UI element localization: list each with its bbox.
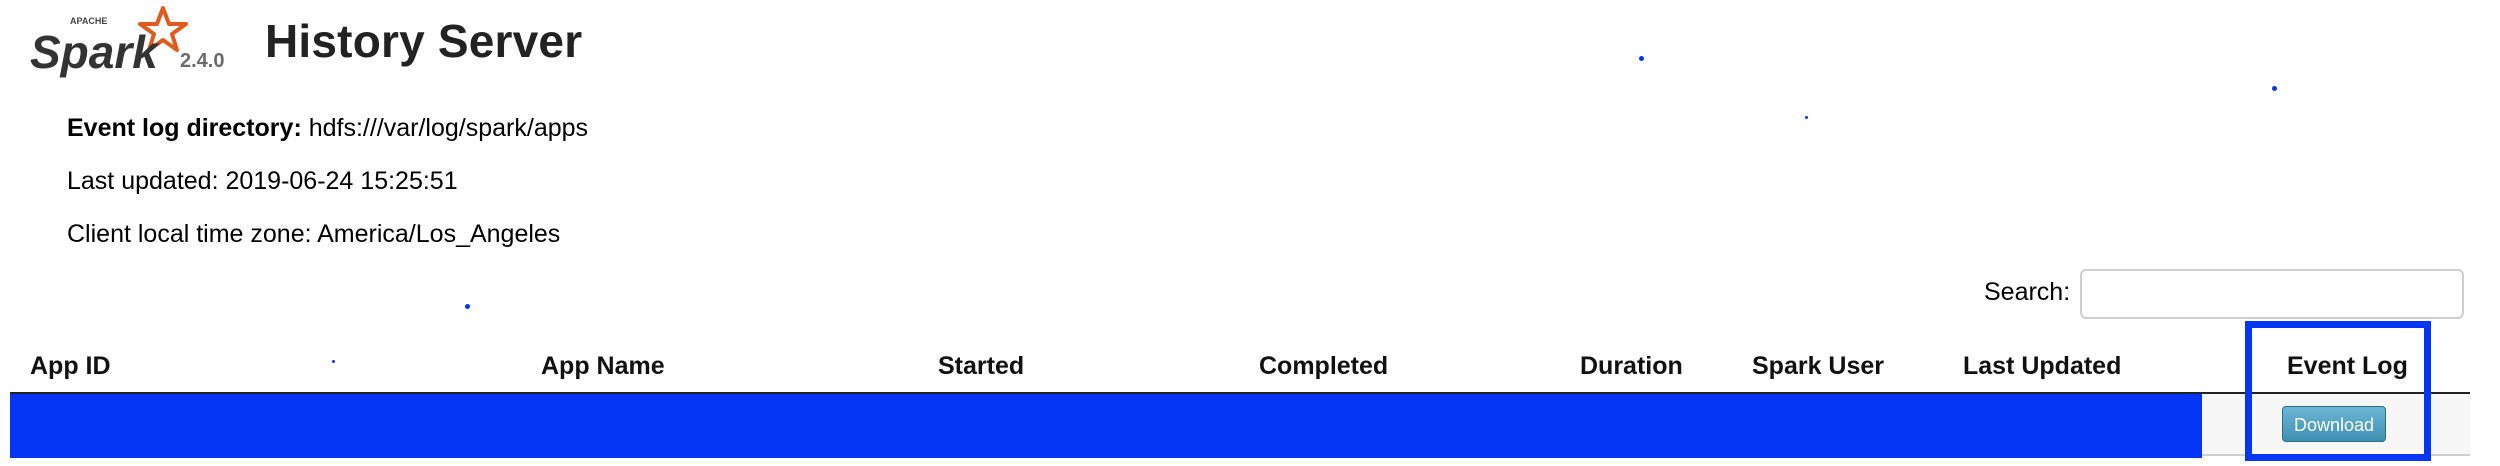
annotation-dot bbox=[2272, 86, 2277, 91]
event-log-directory-value: hdfs:///var/log/spark/apps bbox=[308, 114, 589, 142]
redacted-row-content bbox=[10, 394, 2202, 458]
column-header-completed[interactable]: Completed bbox=[1259, 352, 1388, 381]
table-header: App ID App Name Started Completed Durati… bbox=[10, 344, 2470, 394]
annotation-dot bbox=[332, 360, 335, 363]
event-log-directory: Event log directory: hdfs:///var/log/spa… bbox=[67, 114, 588, 143]
search-input[interactable] bbox=[2080, 269, 2464, 319]
client-timezone-text: Client local time zone: America/Los_Ange… bbox=[67, 220, 561, 248]
logo-text: Spark bbox=[30, 26, 160, 78]
table-row: Download bbox=[10, 394, 2470, 458]
last-updated-text: Last updated: 2019-06-24 15:25:51 bbox=[67, 167, 458, 195]
column-header-app-id[interactable]: App ID bbox=[30, 352, 111, 381]
column-header-last-updated[interactable]: Last Updated bbox=[1963, 352, 2121, 381]
event-log-directory-label: Event log directory: bbox=[67, 114, 302, 142]
page-title: History Server bbox=[265, 15, 583, 67]
column-header-started[interactable]: Started bbox=[938, 352, 1024, 381]
history-server-page: APACHE Spark 2.4.0 History Server Event … bbox=[0, 0, 2500, 466]
spark-logo[interactable]: APACHE Spark bbox=[30, 6, 220, 86]
annotation-dot bbox=[1805, 116, 1808, 119]
column-header-app-name[interactable]: App Name bbox=[541, 352, 665, 381]
column-header-spark-user[interactable]: Spark User bbox=[1752, 352, 1884, 381]
event-log-highlight-box bbox=[2245, 321, 2431, 461]
annotation-dot bbox=[465, 304, 470, 309]
spark-star-logo-icon: APACHE Spark bbox=[30, 6, 188, 78]
logo-small-text: APACHE bbox=[70, 16, 107, 26]
version-label: 2.4.0 bbox=[180, 50, 225, 72]
search-label: Search: bbox=[1984, 278, 2071, 306]
column-header-duration[interactable]: Duration bbox=[1580, 352, 1683, 381]
annotation-dot bbox=[1639, 56, 1644, 61]
